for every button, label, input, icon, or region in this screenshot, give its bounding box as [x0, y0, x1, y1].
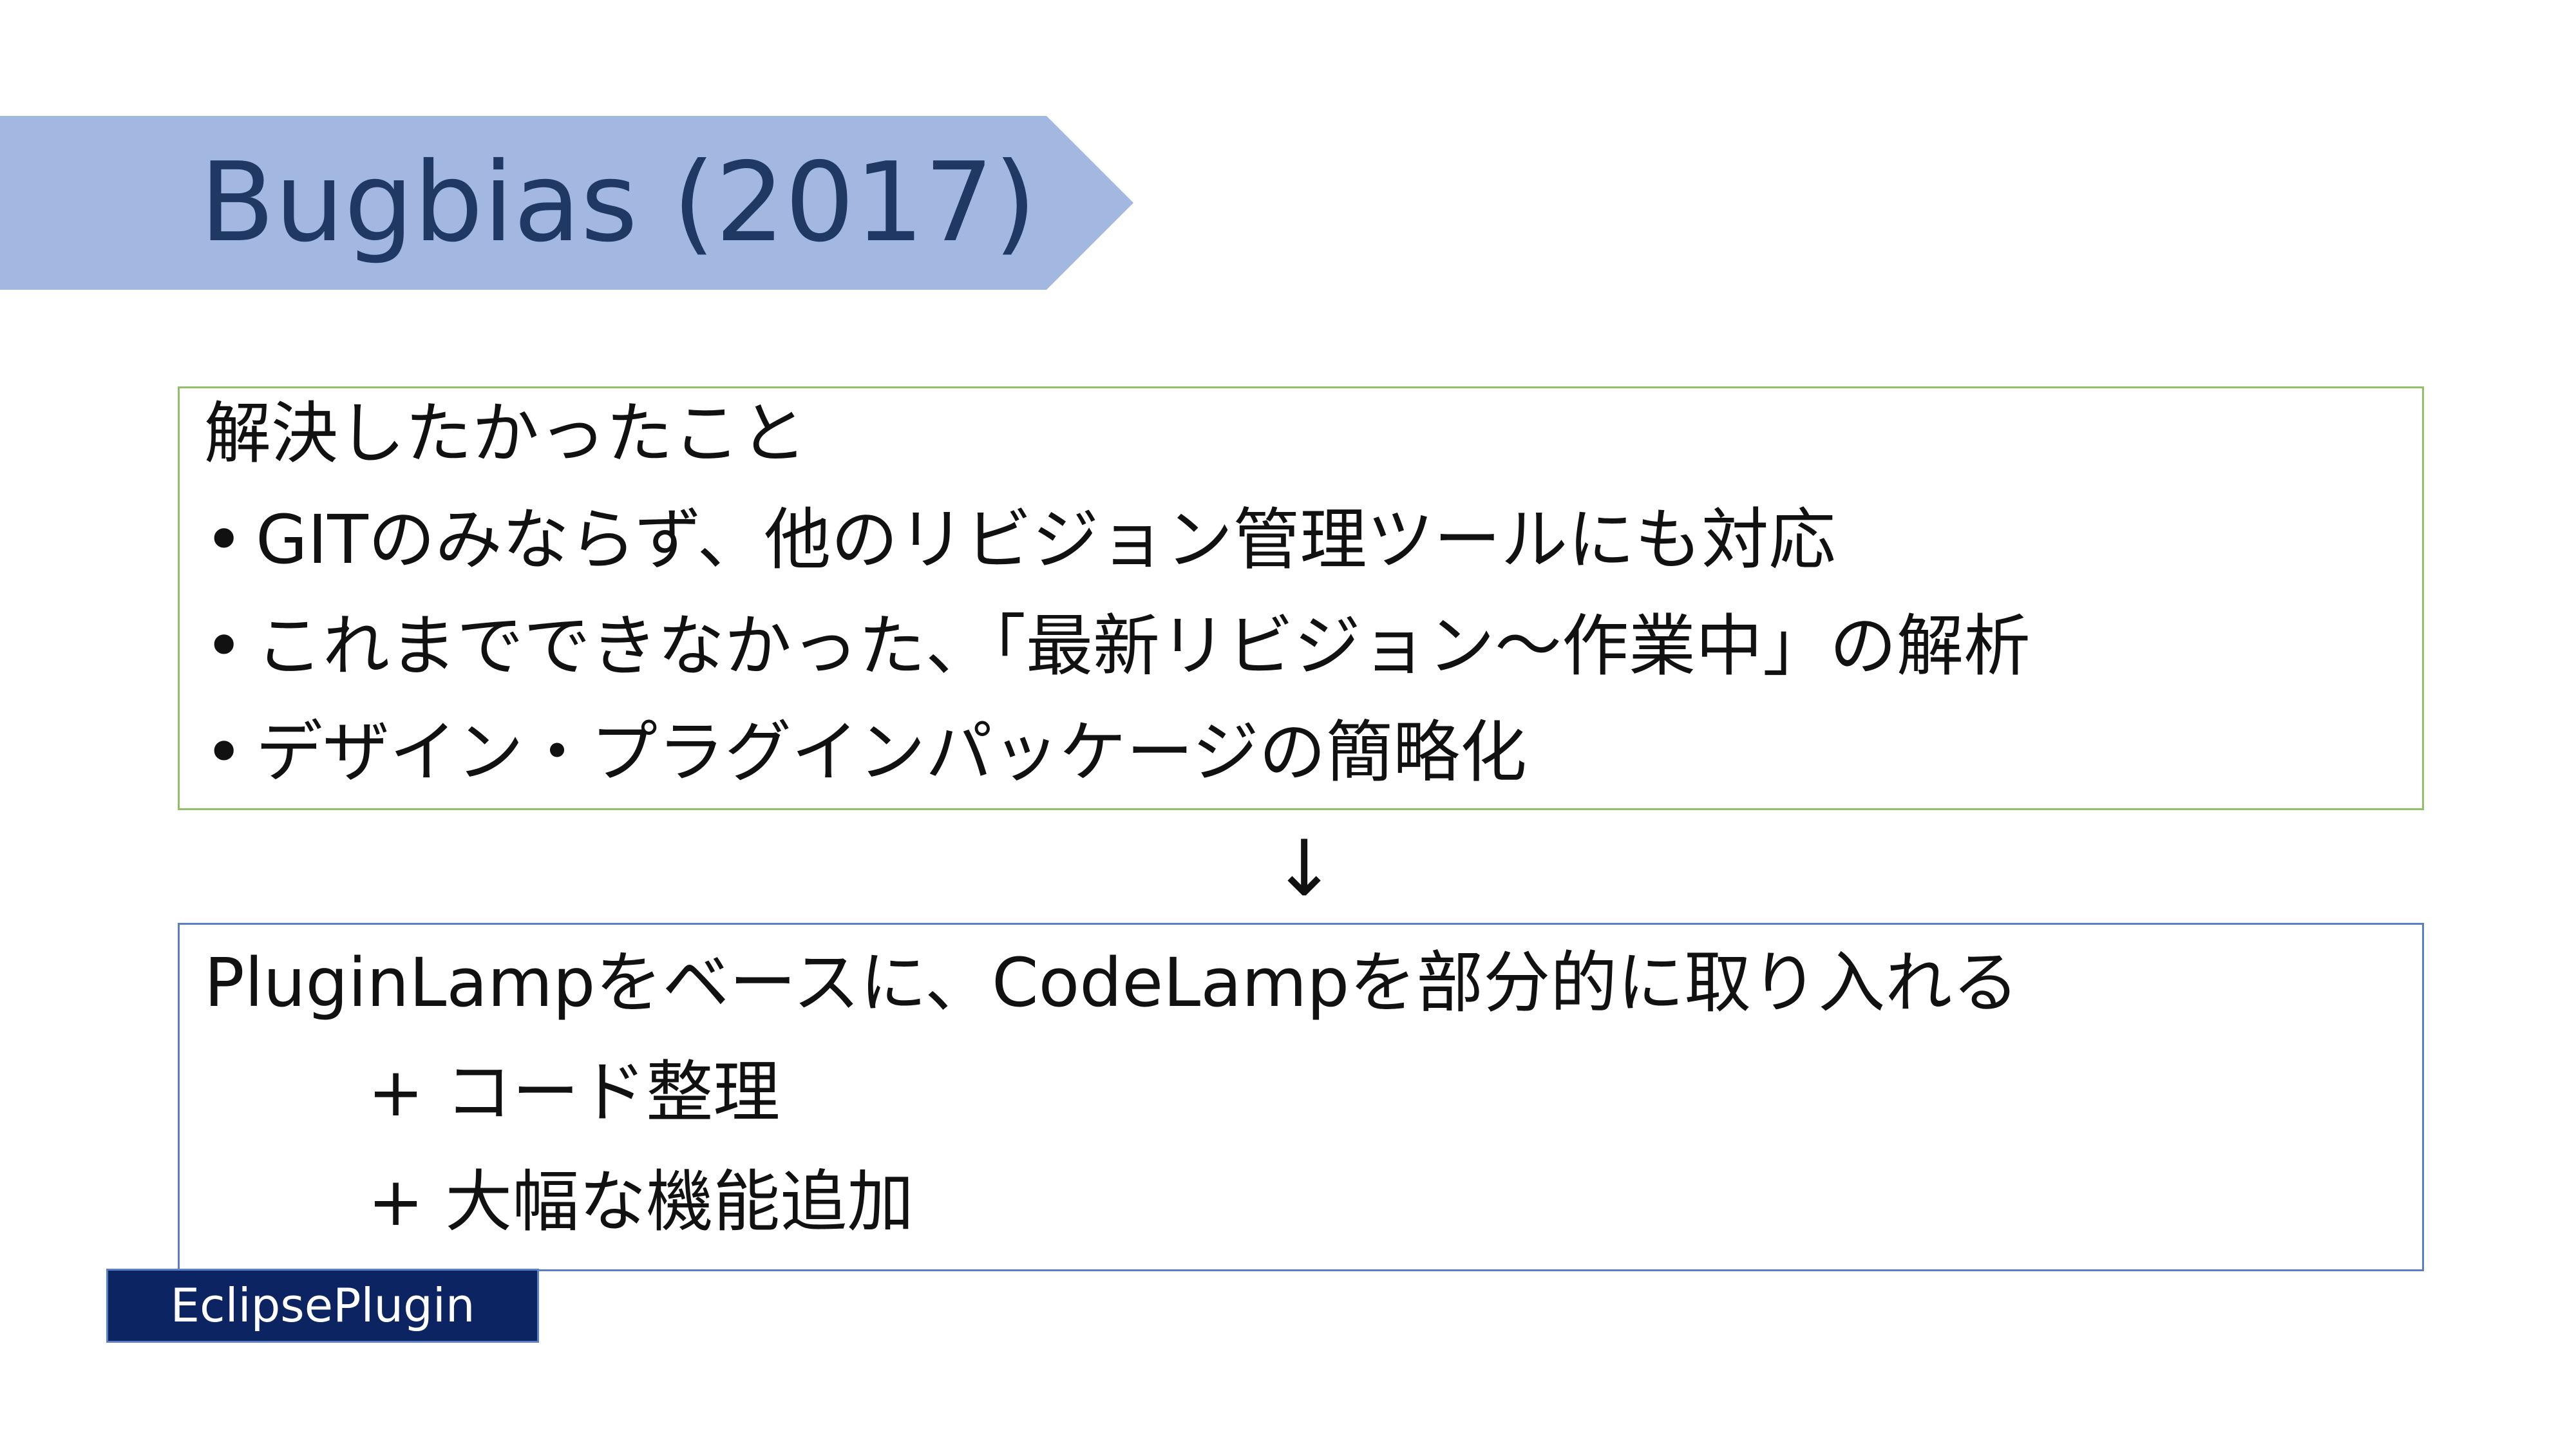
solution-addition: + 大幅な機能追加	[368, 1162, 914, 1241]
problem-item: • これまでできなかった、「最新リビジョン〜作業中」の解析	[204, 601, 2031, 691]
solution-addition: + コード整理	[368, 1053, 781, 1132]
bullet-icon: •	[204, 500, 244, 579]
eclipse-plugin-tag: EclipsePlugin	[106, 1269, 539, 1343]
down-arrow-icon: ↓	[1271, 824, 1337, 914]
solution-main: PluginLampをベースに、CodeLampを部分的に取り入れる	[204, 943, 2020, 1022]
problems-heading: 解決したかったこと	[204, 394, 808, 473]
bullet-icon: •	[204, 607, 244, 685]
problem-item: • GITのみならず、他のリビジョン管理ツールにも対応	[204, 495, 1835, 585]
problem-item-text: これまでできなかった、「最新リビジョン〜作業中」の解析	[256, 607, 2031, 685]
slide-title: Bugbias (2017)	[200, 139, 1037, 267]
problems-box: 解決したかったこと • GITのみならず、他のリビジョン管理ツールにも対応 • これ…	[178, 386, 2424, 810]
problem-item-text: デザイン・プラグインパッケージの簡略化	[256, 713, 1527, 791]
solution-box: PluginLampをベースに、CodeLampを部分的に取り入れる + コード…	[178, 923, 2424, 1271]
bullet-icon: •	[204, 713, 244, 791]
problem-item-text: GITのみならず、他のリビジョン管理ツールにも対応	[256, 500, 1836, 579]
problem-item: • デザイン・プラグインパッケージの簡略化	[204, 707, 1527, 797]
